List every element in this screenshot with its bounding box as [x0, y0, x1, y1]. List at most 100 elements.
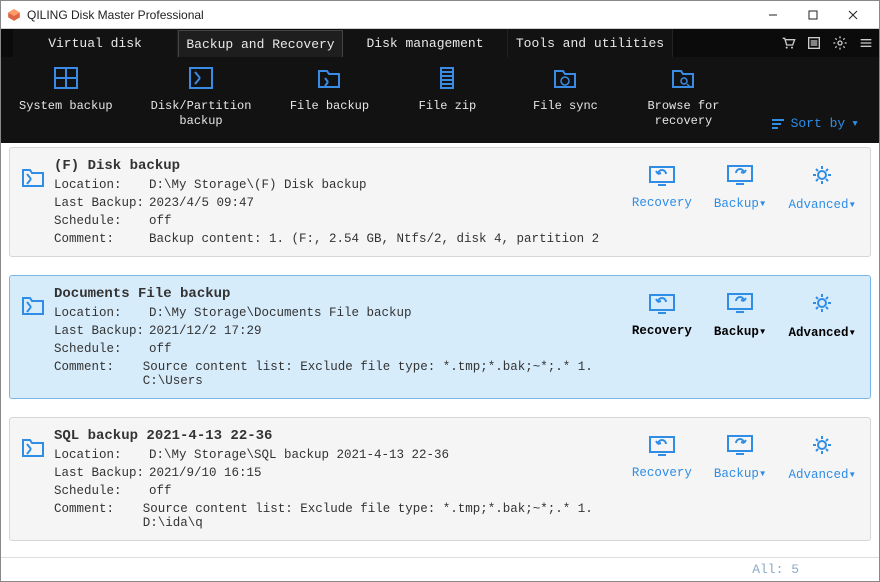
task-info: SQL backup 2021-4-13 22-36Location:D:\My… [54, 428, 626, 530]
backup-button[interactable]: Backup▾ [714, 435, 767, 481]
action-label: Advanced▾ [788, 466, 856, 482]
advanced-button[interactable]: Advanced▾ [788, 164, 856, 212]
tab-label: Backup and Recovery [186, 37, 334, 52]
tab-virtual-disk[interactable]: Virtual disk [13, 29, 178, 57]
task-actions: Recovery Backup▾ Advanced▾ [632, 164, 856, 212]
task-last-backup: 2021/9/10 16:15 [149, 466, 262, 480]
toolbar-label: Browse for recovery [647, 99, 719, 129]
task-location: D:\My Storage\Documents File backup [149, 306, 412, 320]
settings-icon[interactable] [827, 29, 853, 57]
file-sync-icon [553, 67, 577, 93]
field-label-location: Location: [54, 448, 149, 462]
task-type-icon [18, 158, 48, 246]
backup-task-card[interactable]: Documents File backupLocation:D:\My Stor… [9, 275, 871, 399]
backup-task-card[interactable]: SQL backup 2021-4-13 22-36Location:D:\My… [9, 417, 871, 541]
app-logo-icon [7, 8, 21, 22]
field-label-location: Location: [54, 178, 149, 192]
field-label-last-backup: Last Backup: [54, 466, 149, 480]
system-backup-button[interactable]: System backup [19, 67, 113, 114]
task-schedule: off [149, 214, 172, 228]
field-label-schedule: Schedule: [54, 342, 149, 356]
menu-icon[interactable] [853, 29, 879, 57]
disk-partition-backup-icon [189, 67, 213, 93]
task-last-backup: 2023/4/5 09:47 [149, 196, 254, 210]
window-title: QILING Disk Master Professional [27, 8, 204, 22]
field-label-comment: Comment: [54, 502, 143, 530]
field-label-schedule: Schedule: [54, 484, 149, 498]
tab-label: Disk management [366, 36, 483, 51]
backup-button[interactable]: Backup▾ [714, 293, 767, 339]
advanced-button[interactable]: Advanced▾ [788, 434, 856, 482]
gear-icon [810, 164, 834, 190]
recovery-button[interactable]: Recovery [632, 436, 692, 480]
browse-for-recovery-icon [671, 67, 695, 93]
minimize-button[interactable] [753, 2, 793, 28]
action-label: Recovery [632, 324, 692, 338]
recovery-button[interactable]: Recovery [632, 166, 692, 210]
sort-by-label: Sort by [791, 116, 846, 131]
file-zip-icon [435, 67, 459, 93]
task-count: All: 5 [752, 562, 799, 577]
recovery-icon [649, 436, 675, 460]
file-sync-button[interactable]: File sync [525, 67, 605, 114]
tabbar: Virtual disk Backup and Recovery Disk ma… [1, 29, 879, 57]
task-comment: Source content list: Exclude file type: … [143, 360, 626, 388]
task-name: Documents File backup [54, 286, 626, 302]
tab-backup-and-recovery[interactable]: Backup and Recovery [178, 30, 343, 58]
backup-task-list: (F) Disk backupLocation:D:\My Storage\(F… [1, 143, 879, 557]
browse-for-recovery-button[interactable]: Browse for recovery [643, 67, 723, 129]
tab-tools-and-utilities[interactable]: Tools and utilities [508, 29, 673, 57]
titlebar: QILING Disk Master Professional [1, 1, 879, 29]
field-label-last-backup: Last Backup: [54, 324, 149, 338]
gear-icon [810, 434, 834, 460]
gear-icon [810, 292, 834, 318]
file-zip-button[interactable]: File zip [407, 67, 487, 114]
sort-icon [771, 118, 785, 130]
backup-icon [727, 293, 753, 317]
task-comment: Backup content: 1. (F:, 2.54 GB, Ntfs/2,… [149, 232, 599, 246]
tab-label: Tools and utilities [516, 36, 664, 51]
field-label-comment: Comment: [54, 232, 149, 246]
recovery-icon [649, 166, 675, 190]
backup-button[interactable]: Backup▾ [714, 165, 767, 211]
task-actions: Recovery Backup▾ Advanced▾ [632, 434, 856, 482]
backup-icon [727, 165, 753, 189]
tab-disk-management[interactable]: Disk management [343, 29, 508, 57]
task-type-icon [18, 428, 48, 530]
toolbar-label: File sync [533, 99, 598, 114]
system-backup-icon [54, 67, 78, 93]
maximize-button[interactable] [793, 2, 833, 28]
backup-icon [727, 435, 753, 459]
toolbar-label: File zip [419, 99, 477, 114]
toolbar-label: System backup [19, 99, 113, 114]
status-bar: All: 5 [1, 557, 879, 581]
task-actions: Recovery Backup▾ Advanced▾ [632, 292, 856, 340]
disk-partition-backup-button[interactable]: Disk/Partition backup [151, 67, 252, 129]
action-label: Backup▾ [714, 323, 767, 339]
action-label: Recovery [632, 196, 692, 210]
action-label: Advanced▾ [788, 196, 856, 212]
action-label: Recovery [632, 466, 692, 480]
file-backup-icon [317, 67, 341, 93]
close-button[interactable] [833, 2, 873, 28]
toolbar: System backup Disk/Partition backup File… [1, 57, 879, 143]
task-last-backup: 2021/12/2 17:29 [149, 324, 262, 338]
advanced-button[interactable]: Advanced▾ [788, 292, 856, 340]
backup-task-card[interactable]: (F) Disk backupLocation:D:\My Storage\(F… [9, 147, 871, 257]
field-label-comment: Comment: [54, 360, 143, 388]
sort-by-button[interactable]: Sort by ▾ [771, 116, 859, 131]
task-info: (F) Disk backupLocation:D:\My Storage\(F… [54, 158, 626, 246]
recovery-button[interactable]: Recovery [632, 294, 692, 338]
tab-label: Virtual disk [48, 36, 142, 51]
toolbar-label: Disk/Partition backup [151, 99, 252, 129]
task-info: Documents File backupLocation:D:\My Stor… [54, 286, 626, 388]
cart-icon[interactable] [775, 29, 801, 57]
task-location: D:\My Storage\SQL backup 2021-4-13 22-36 [149, 448, 449, 462]
task-type-icon [18, 286, 48, 388]
action-label: Advanced▾ [788, 324, 856, 340]
field-label-last-backup: Last Backup: [54, 196, 149, 210]
file-backup-button[interactable]: File backup [289, 67, 369, 114]
toolbar-label: File backup [290, 99, 369, 114]
task-schedule: off [149, 484, 172, 498]
list-icon[interactable] [801, 29, 827, 57]
